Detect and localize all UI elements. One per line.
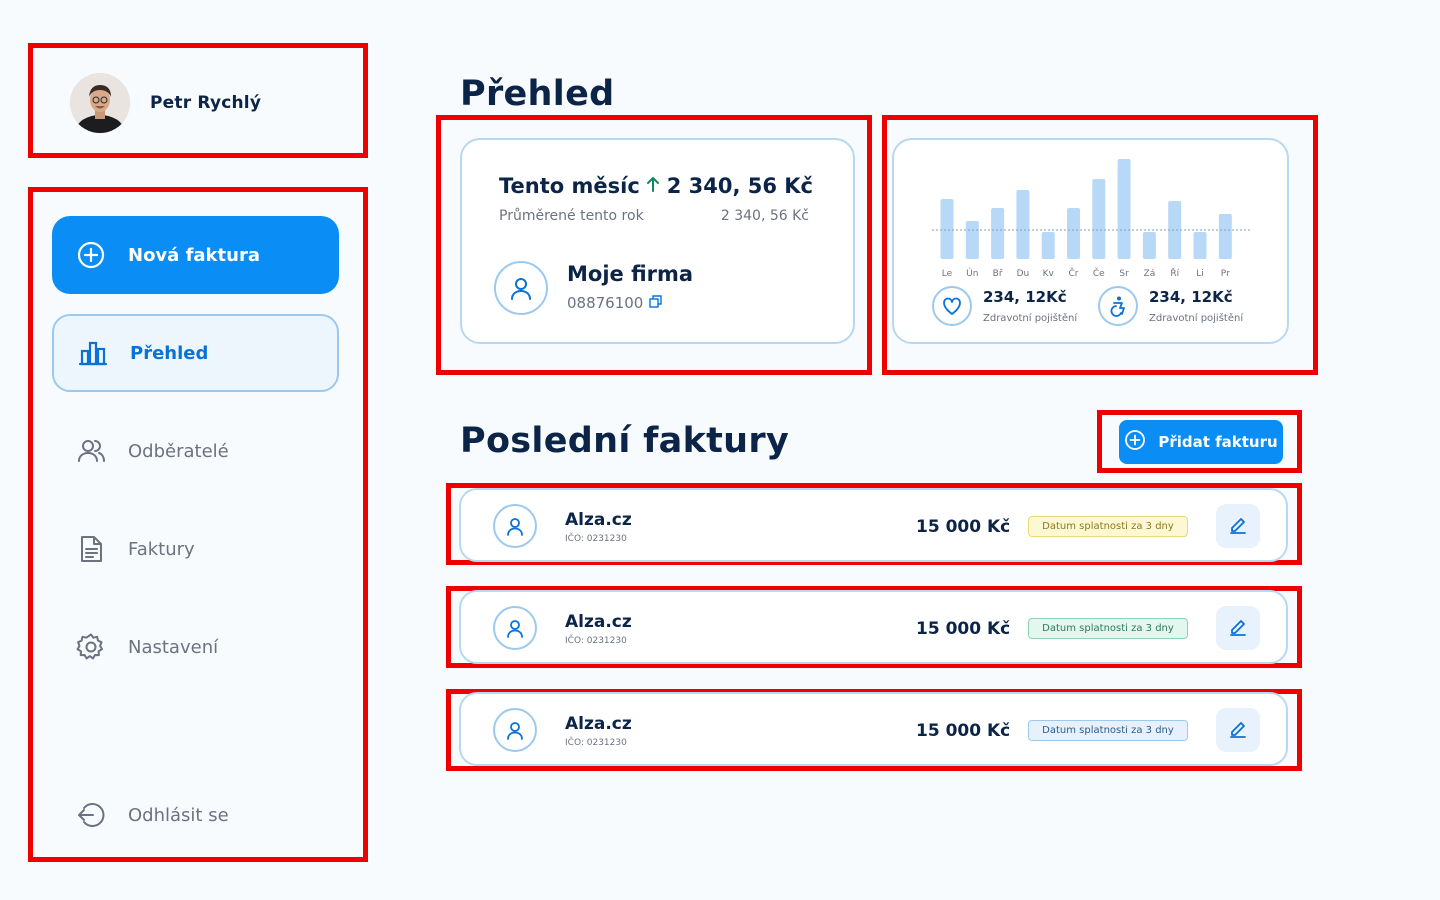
sidebar-item-invoices[interactable]: Faktury — [52, 510, 339, 588]
firm-id-row: 08876100 — [567, 294, 663, 312]
invoice-amount: 15 000 Kč — [916, 619, 1011, 639]
chart-tick-label: Sr — [1119, 269, 1129, 279]
chart-tick-label: Bř — [993, 269, 1003, 279]
due-badge: Datum splatnosti za 3 dny — [1028, 516, 1188, 537]
plus-circle-icon — [76, 240, 106, 270]
invoice-row[interactable]: Alza.cz IČO: 0231230 15 000 Kč Datum spl… — [459, 692, 1288, 766]
stats-card: Tento měsíc 2 340, 56 Kč Průměrené tento… — [460, 138, 855, 344]
insurance-label: Zdravotní pojištění — [1149, 313, 1244, 324]
chart-bar — [1067, 208, 1080, 259]
customer-user-icon — [493, 504, 537, 548]
sidebar-item-settings[interactable]: Nastavení — [52, 608, 339, 686]
due-badge: Datum splatnosti za 3 dny — [1028, 618, 1188, 639]
chart-bar — [1092, 179, 1106, 259]
user-profile[interactable]: Petr Rychlý — [70, 73, 261, 133]
bar-chart-icon — [78, 338, 108, 368]
invoice-row[interactable]: Alza.cz IČO: 0231230 15 000 Kč Datum spl… — [459, 590, 1288, 664]
chart-bar — [1016, 190, 1030, 259]
nav-label: Nová faktura — [128, 244, 260, 266]
pencil-icon — [1228, 616, 1248, 640]
logout-icon — [76, 800, 106, 830]
insurance-label: Zdravotní pojištění — [983, 313, 1078, 324]
invoice-customer: Alza.cz — [565, 510, 632, 530]
month-value-wrap: 2 340, 56 Kč — [645, 174, 813, 198]
firm-id: 08876100 — [567, 294, 644, 312]
avatar — [70, 73, 130, 133]
chart-bar — [1117, 159, 1131, 259]
sidebar-item-customers[interactable]: Odběratelé — [52, 412, 339, 490]
chart-bar — [1041, 232, 1055, 259]
invoices-title: Poslední faktury — [460, 421, 790, 461]
insurance-value: 234, 12Kč — [1149, 288, 1233, 306]
edit-invoice-button[interactable] — [1216, 606, 1260, 650]
invoice-customer: Alza.cz — [565, 714, 632, 734]
chart-bar — [1142, 232, 1156, 259]
gear-icon — [76, 632, 106, 662]
nav-label: Nastavení — [128, 636, 219, 658]
pencil-icon — [1228, 718, 1248, 742]
due-badge: Datum splatnosti za 3 dny — [1028, 720, 1188, 741]
invoice-ico: IČO: 0231230 — [565, 636, 627, 646]
bar-chart-svg: Le Ún Bř Du Kv Čr Če Sr Zá Ří Li Pr — [932, 159, 1250, 279]
plus-circle-icon — [1124, 429, 1146, 455]
invoice-customer: Alza.cz — [565, 612, 632, 632]
pencil-icon — [1228, 514, 1248, 538]
users-icon — [76, 436, 106, 466]
sidebar-item-overview[interactable]: Přehled — [52, 314, 339, 392]
chart-tick-label: Zá — [1144, 269, 1156, 279]
add-invoice-button[interactable]: Přidat fakturu — [1119, 420, 1283, 464]
bar-chart: Le Ún Bř Du Kv Čr Če Sr Zá Ří Li Pr — [932, 152, 1252, 284]
chart-tick-label: Čr — [1069, 267, 1079, 279]
chart-tick-label: Če — [1093, 267, 1105, 279]
invoice-amount: 15 000 Kč — [916, 517, 1011, 537]
chart-bar — [1168, 201, 1182, 259]
avg-label: Průměrené tento rok — [499, 208, 644, 224]
insurance-value: 234, 12Kč — [983, 288, 1067, 306]
edit-invoice-button[interactable] — [1216, 504, 1260, 548]
customer-user-icon — [493, 606, 537, 650]
overview-title: Přehled — [460, 74, 615, 114]
chart-tick-label: Ří — [1170, 268, 1179, 279]
user-name: Petr Rychlý — [150, 93, 262, 113]
chart-tick-label: Kv — [1043, 269, 1055, 279]
month-label: Tento měsíc — [499, 174, 640, 198]
chart-bar — [965, 221, 979, 259]
chart-tick-label: Ún — [966, 267, 978, 279]
nav-label: Faktury — [128, 538, 195, 560]
firm-name: Moje firma — [567, 262, 694, 286]
month-value: 2 340, 56 Kč — [666, 174, 813, 198]
nav-label: Odhlásit se — [128, 804, 229, 826]
invoice-ico: IČO: 0231230 — [565, 534, 627, 544]
chart-bar — [1193, 232, 1207, 259]
nav-label: Odběratelé — [128, 440, 229, 462]
edit-invoice-button[interactable] — [1216, 708, 1260, 752]
logout-button[interactable]: Odhlásit se — [52, 776, 339, 854]
chart-bar — [940, 199, 954, 259]
chart-tick-label: Du — [1017, 269, 1030, 279]
firm-user-icon — [494, 261, 548, 315]
chart-tick-label: Le — [942, 269, 953, 279]
heart-icon — [932, 286, 972, 326]
chart-bar — [991, 208, 1005, 259]
nav-label: Přehled — [130, 342, 209, 364]
copy-icon[interactable] — [649, 294, 663, 312]
invoice-amount: 15 000 Kč — [916, 721, 1011, 741]
chart-tick-label: Li — [1196, 269, 1204, 279]
document-icon — [76, 534, 106, 564]
invoice-ico: IČO: 0231230 — [565, 738, 627, 748]
avg-value: 2 340, 56 Kč — [720, 208, 809, 224]
invoice-row[interactable]: Alza.cz IČO: 0231230 15 000 Kč Datum spl… — [459, 488, 1288, 562]
chart-bar — [1218, 214, 1232, 259]
chart-tick-label: Pr — [1221, 269, 1230, 279]
customer-user-icon — [493, 708, 537, 752]
add-invoice-label: Přidat fakturu — [1158, 433, 1278, 451]
chart-card: Le Ún Bř Du Kv Čr Če Sr Zá Ří Li Pr 234, 12Kč Zdrav… — [892, 138, 1289, 344]
arrow-up-icon — [645, 174, 661, 198]
new-invoice-button[interactable]: Nová faktura — [52, 216, 339, 294]
accessibility-icon — [1098, 286, 1138, 326]
